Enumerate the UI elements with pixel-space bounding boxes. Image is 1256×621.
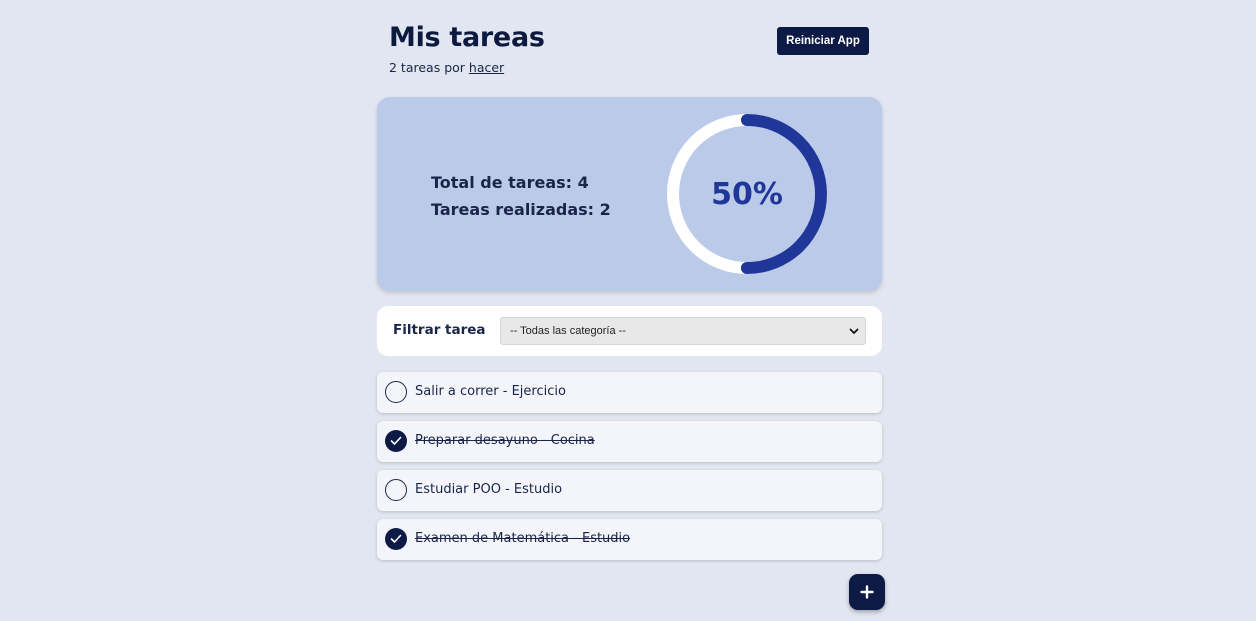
task-item[interactable]: Estudiar POO - Estudio xyxy=(377,470,882,511)
stats-text: Total de tareas: 4 Tareas realizadas: 2 xyxy=(431,169,611,223)
filter-card: Filtrar tarea -- Todas las categoría -- xyxy=(377,306,882,356)
task-checkbox[interactable] xyxy=(385,381,407,403)
category-select[interactable]: -- Todas las categoría -- xyxy=(500,317,866,345)
checkmark-icon xyxy=(390,436,402,445)
task-item[interactable]: Salir a correr - Ejercicio xyxy=(377,372,882,413)
task-checkbox[interactable] xyxy=(385,430,407,452)
app-container: Mis tareas 2 tareas por hacer Reiniciar … xyxy=(377,0,885,621)
task-item[interactable]: Examen de Matemática - Estudio xyxy=(377,519,882,560)
task-item[interactable]: Preparar desayuno - Cocina xyxy=(377,421,882,462)
task-label: Salir a correr - Ejercicio xyxy=(415,384,566,399)
reset-app-button[interactable]: Reiniciar App xyxy=(777,27,869,55)
header: Mis tareas 2 tareas por hacer xyxy=(389,22,545,75)
pending-count: 2 tareas por hacer xyxy=(389,60,545,75)
chevron-down-icon xyxy=(849,328,859,334)
checkmark-icon xyxy=(390,534,402,543)
task-label: Examen de Matemática - Estudio xyxy=(415,531,631,546)
page-title: Mis tareas xyxy=(389,22,545,53)
add-task-button[interactable] xyxy=(849,574,885,610)
pending-link: hacer xyxy=(468,60,505,75)
task-label: Preparar desayuno - Cocina xyxy=(415,433,595,448)
task-checkbox[interactable] xyxy=(385,479,407,501)
pending-count-text: 2 tareas por xyxy=(389,60,465,75)
task-label: Estudiar POO - Estudio xyxy=(415,482,563,497)
category-select-value: -- Todas las categoría -- xyxy=(510,325,626,337)
stats-card: Total de tareas: 4 Tareas realizadas: 2 … xyxy=(377,97,882,291)
plus-icon xyxy=(860,585,874,599)
filter-label: Filtrar tarea xyxy=(393,322,486,338)
task-checkbox[interactable] xyxy=(385,528,407,550)
total-tasks: Total de tareas: 4 xyxy=(431,173,589,192)
progress-percent: 50% xyxy=(711,176,783,212)
completed-tasks: Tareas realizadas: 2 xyxy=(431,200,611,219)
